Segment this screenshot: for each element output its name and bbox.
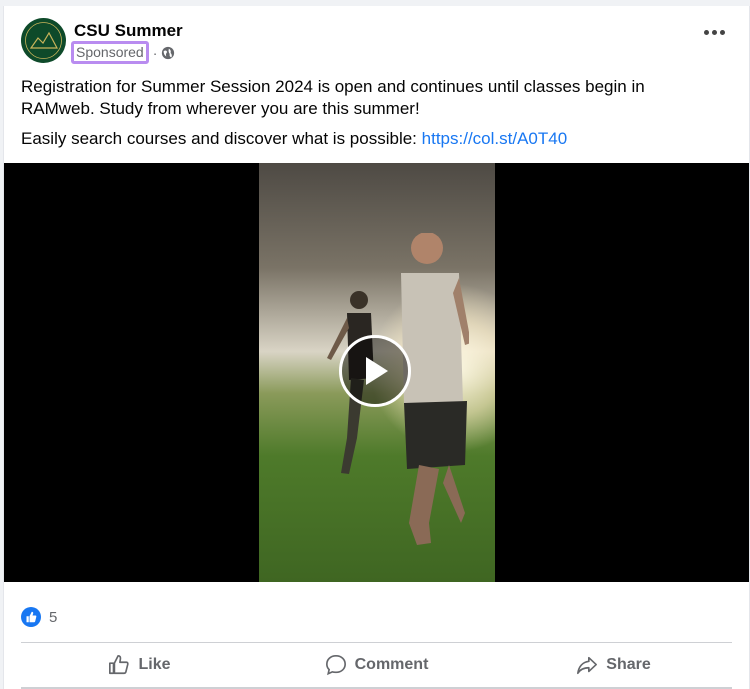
reactions-summary[interactable]: 5 (21, 607, 57, 627)
comment-button[interactable]: Comment (258, 647, 495, 683)
post-body: Registration for Summer Session 2024 is … (21, 77, 645, 118)
post-link[interactable]: https://col.st/A0T40 (422, 129, 568, 148)
more-options-icon[interactable] (704, 30, 725, 35)
actions-divider (21, 642, 732, 643)
share-label: Share (606, 656, 651, 673)
globe-icon[interactable] (161, 46, 175, 60)
like-icon (109, 655, 130, 675)
like-button[interactable]: Like (21, 647, 258, 683)
play-icon (366, 357, 388, 385)
comment-label: Comment (354, 656, 429, 673)
post-meta: Sponsored · (71, 41, 175, 64)
play-button[interactable] (339, 335, 411, 407)
like-reaction-icon (21, 607, 41, 627)
action-bar: Like Comment Share (21, 647, 732, 683)
post-text: Registration for Summer Session 2024 is … (21, 76, 721, 150)
sponsored-label[interactable]: Sponsored (71, 41, 149, 64)
reaction-count: 5 (49, 608, 58, 626)
comment-icon (325, 655, 346, 676)
page-avatar[interactable] (21, 18, 66, 63)
share-button[interactable]: Share (495, 647, 732, 683)
meta-separator: · (152, 44, 158, 61)
page-name[interactable]: CSU Summer (74, 21, 183, 41)
share-icon (577, 656, 598, 675)
like-label: Like (138, 656, 171, 673)
post-cta: Easily search courses and discover what … (21, 128, 721, 150)
csu-logo (21, 18, 66, 63)
video-frame (259, 163, 495, 582)
post-card: CSU Summer Sponsored · Registration for … (3, 6, 750, 689)
post-cta-text: Easily search courses and discover what … (21, 129, 422, 148)
video-player[interactable] (4, 163, 749, 582)
